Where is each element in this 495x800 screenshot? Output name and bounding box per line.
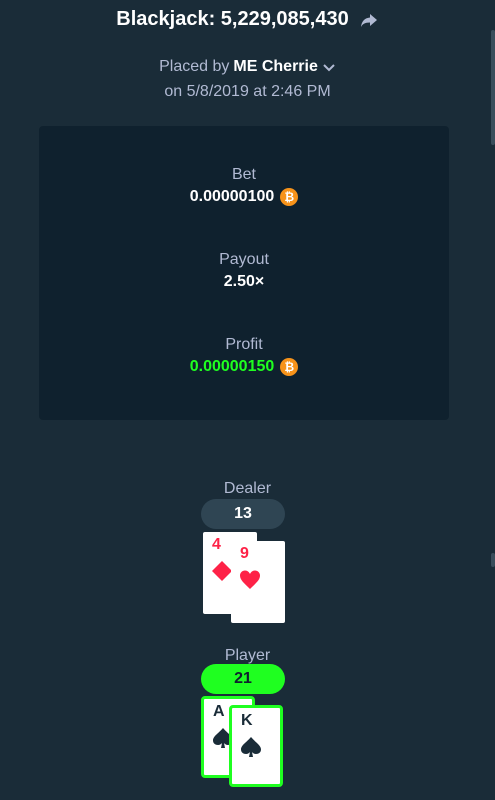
- spade-icon: [240, 736, 262, 758]
- bet-value-row: 0.00000100 ₿: [39, 188, 449, 206]
- chevron-down-icon[interactable]: [322, 60, 336, 74]
- payout-value: 2.50×: [223, 273, 265, 290]
- placed-by-label: Placed by: [159, 58, 230, 75]
- profit-label: Profit: [225, 336, 263, 353]
- heart-icon: [239, 569, 261, 591]
- card-rank: 9: [240, 545, 249, 562]
- player-card-2: K: [229, 705, 283, 787]
- card-rank: K: [241, 712, 253, 729]
- bet-date: on 5/8/2019 at 2:46 PM: [164, 83, 331, 100]
- diamond-icon: [211, 560, 233, 582]
- bitcoin-icon: ₿: [280, 358, 299, 376]
- profit-stat: Profit 0.00000150 ₿: [39, 336, 449, 376]
- card-rank: A: [213, 703, 225, 720]
- payout-value-row: 2.50×: [39, 273, 449, 291]
- profit-value: 0.00000150: [189, 358, 275, 375]
- share-icon[interactable]: [359, 10, 379, 30]
- payout-label: Payout: [219, 251, 269, 268]
- player-total-badge: 21: [201, 664, 285, 694]
- title-row: Blackjack: 5,229,085,430: [0, 8, 495, 31]
- player-label: Player: [224, 647, 271, 664]
- scrollbar-thumb[interactable]: [491, 30, 495, 145]
- scrollbar-handle[interactable]: [491, 553, 495, 567]
- placed-by-row: Placed by ME Cherrie: [0, 58, 495, 76]
- bet-label: Bet: [231, 166, 256, 183]
- card-rank: 4: [212, 536, 221, 553]
- bitcoin-icon: ₿: [280, 188, 299, 206]
- payout-stat: Payout 2.50×: [39, 251, 449, 291]
- bet-value: 0.00000100: [189, 188, 275, 205]
- bet-stat: Bet 0.00000100 ₿: [39, 166, 449, 206]
- bet-summary-panel: Bet 0.00000100 ₿ Payout 2.50× Profit 0.0…: [39, 126, 449, 420]
- profit-value-row: 0.00000150 ₿: [39, 358, 449, 376]
- username-link[interactable]: ME Cherrie: [233, 58, 317, 76]
- dealer-total-badge: 13: [201, 499, 285, 529]
- dealer-label: Dealer: [223, 480, 272, 497]
- page-title: Blackjack: 5,229,085,430: [116, 8, 349, 30]
- dealer-card-2: 9: [231, 541, 285, 623]
- bet-header: Blackjack: 5,229,085,430 Placed by ME Ch…: [0, 8, 495, 101]
